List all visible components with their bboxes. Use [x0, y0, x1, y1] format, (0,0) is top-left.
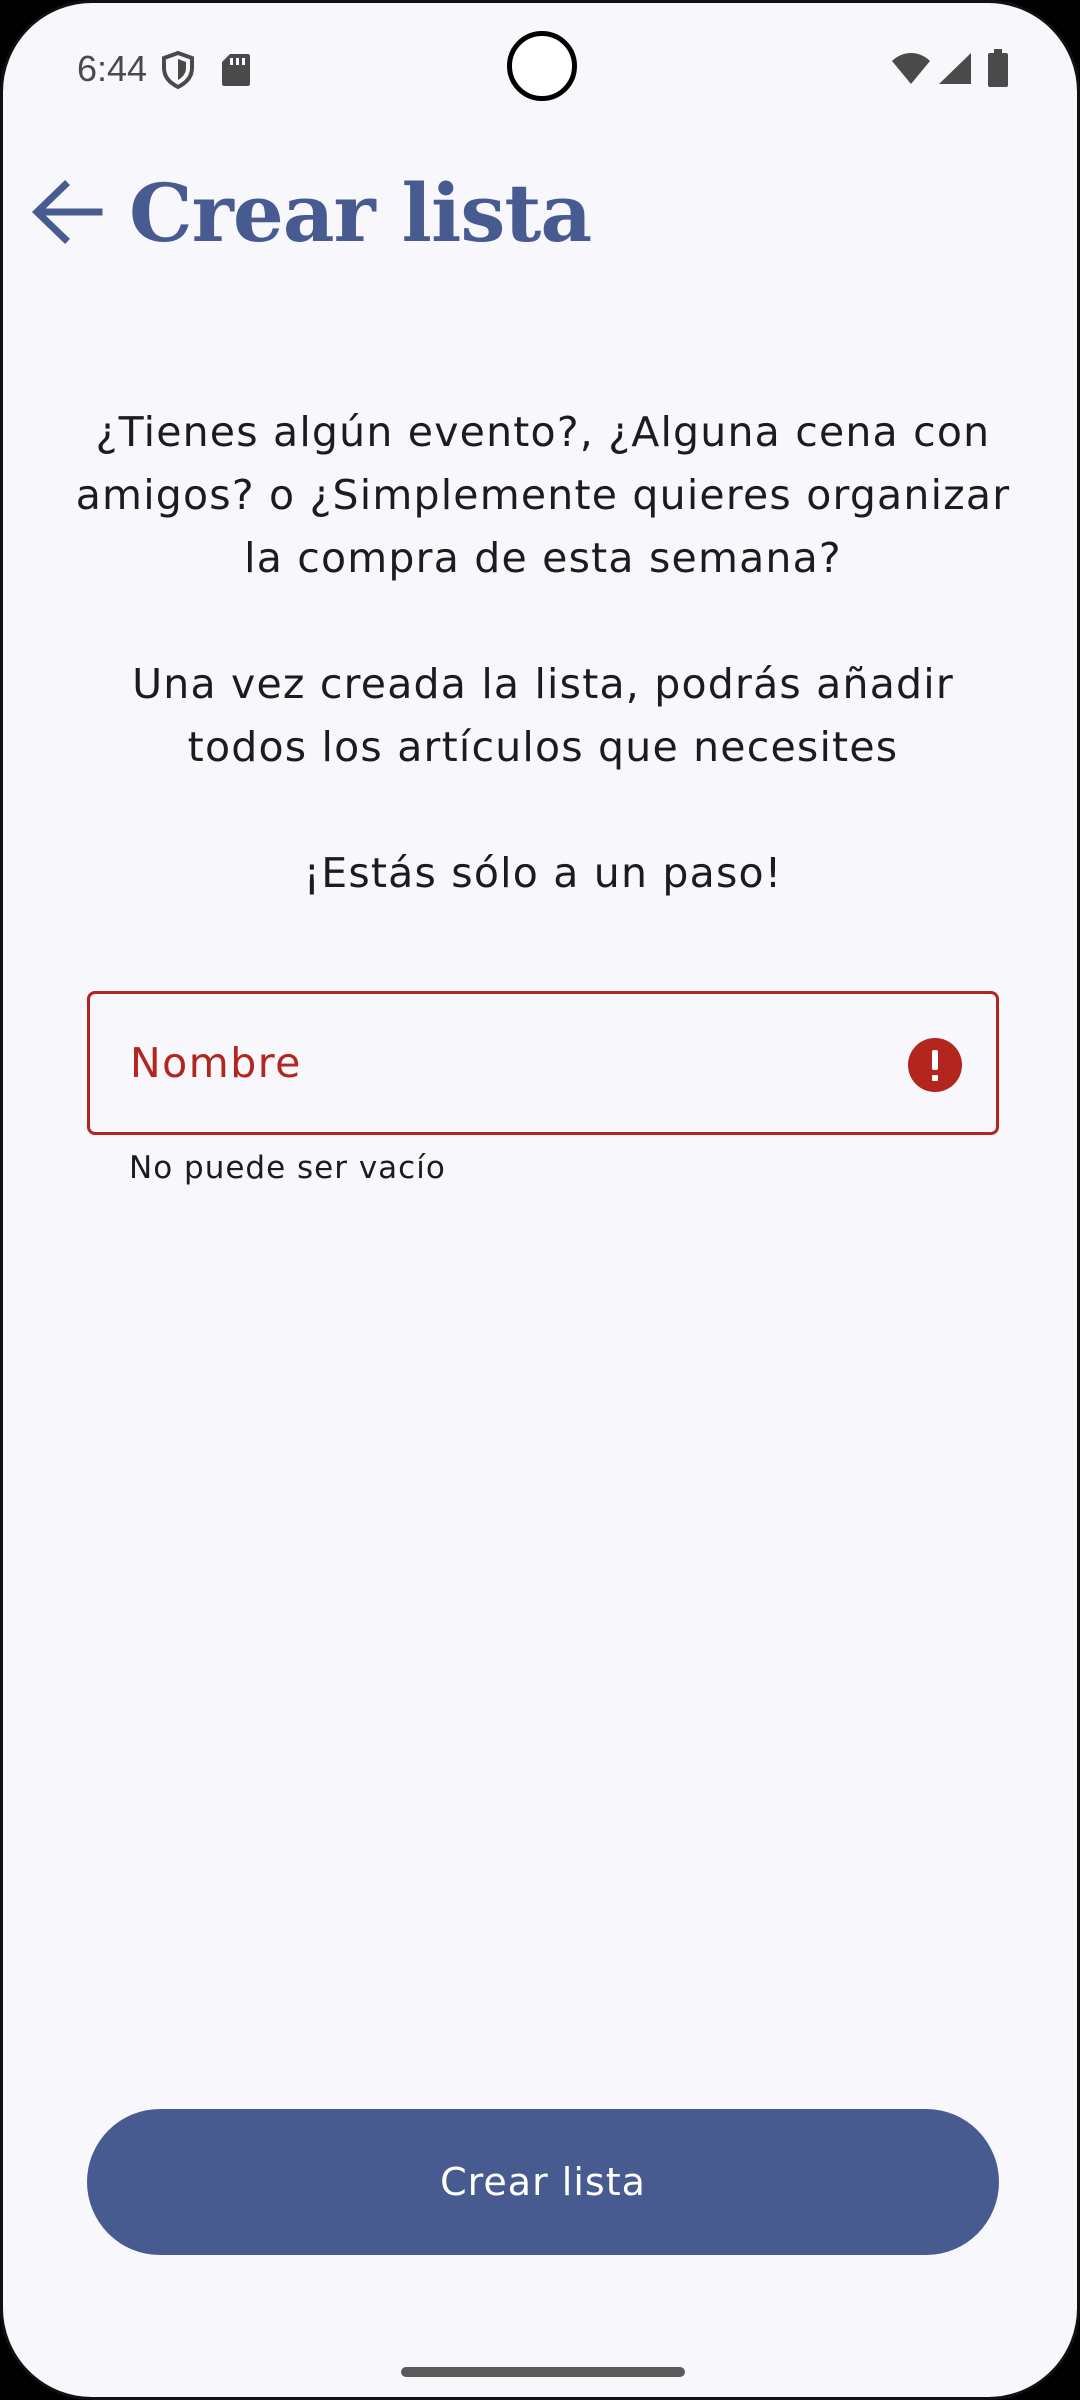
intro-text: ¿Tienes algún evento?, ¿Alguna cena con …: [73, 401, 1013, 905]
camera-cutout: [507, 31, 577, 101]
intro-paragraph: ¿Tienes algún evento?, ¿Alguna cena con …: [75, 408, 1011, 582]
status-time: 6:44: [77, 48, 148, 89]
name-field[interactable]: [87, 991, 999, 1135]
wifi-icon: [891, 53, 931, 89]
status-bar: 6:44: [3, 3, 1077, 135]
create-list-button[interactable]: Crear lista: [87, 2109, 999, 2255]
field-error-message: No puede ser vacío: [129, 1150, 446, 1186]
back-button[interactable]: [25, 171, 107, 253]
sd-card-icon: [221, 53, 251, 91]
app-screen: 6:44 Crear lista ¿Tienes algún evento?, …: [0, 0, 1080, 2400]
page-title: Crear lista: [129, 166, 592, 260]
name-input[interactable]: [90, 994, 996, 1132]
signal-icon: [938, 53, 972, 89]
battery-icon: [987, 49, 1009, 91]
gesture-navigation-bar[interactable]: [401, 2367, 685, 2377]
shield-icon: [161, 50, 195, 93]
intro-paragraph: Una vez creada la lista, podrás añadir t…: [132, 660, 954, 771]
arrow-back-icon: [31, 180, 103, 244]
intro-paragraph: ¡Estás sólo a un paso!: [303, 849, 783, 897]
error-icon: [908, 1038, 962, 1092]
